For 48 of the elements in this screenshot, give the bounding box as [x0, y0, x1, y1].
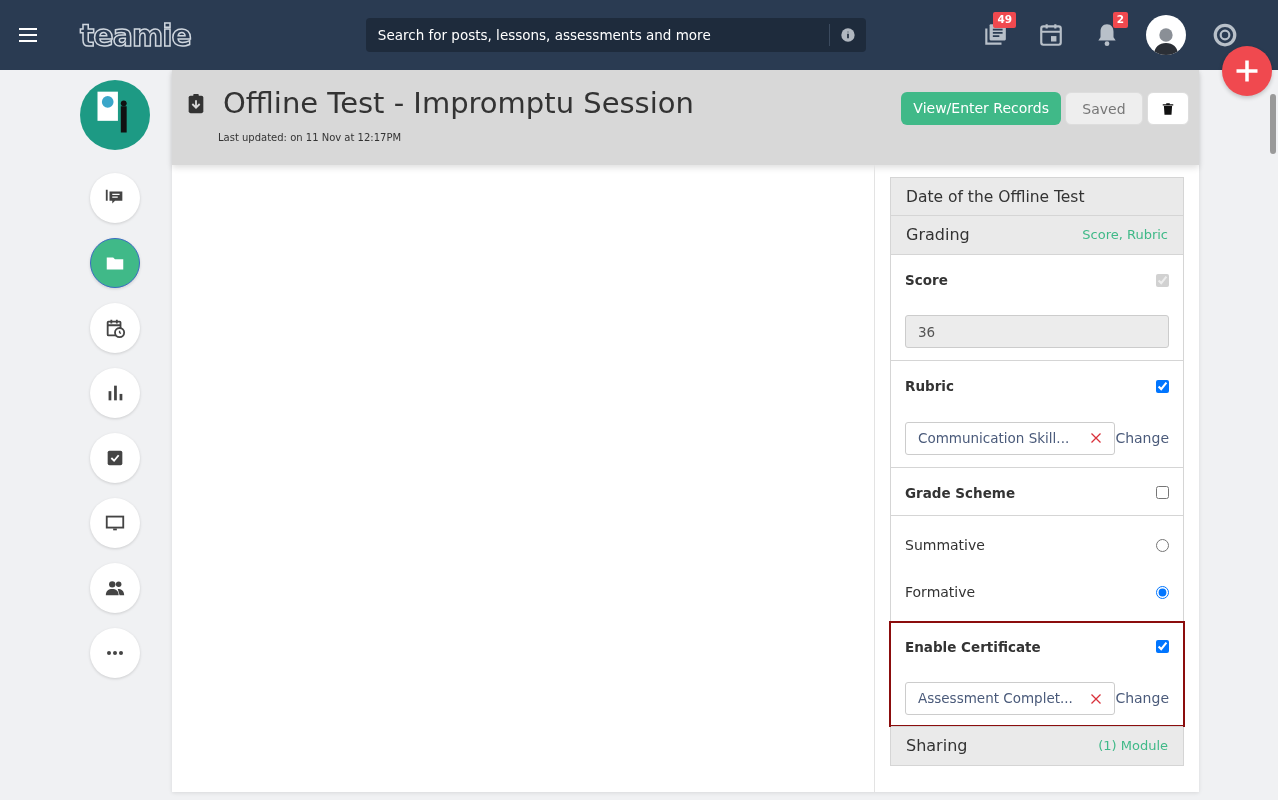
change-link[interactable]: Change: [1115, 688, 1169, 709]
radio-label: Summative: [905, 535, 985, 555]
page-title: Offline Test - Impromptu Session: [223, 88, 694, 120]
search-field[interactable]: Search for posts, lessons, assessments and more: [375, 23, 829, 47]
option-label: Rubric: [905, 377, 954, 397]
section-summary: (1) Module: [1098, 737, 1168, 756]
section-title: Sharing: [906, 735, 968, 757]
sidebar-button[interactable]: [90, 368, 140, 418]
option-label: Grade Scheme: [905, 483, 1016, 503]
chip-text: Assessment Complet...: [918, 689, 1073, 709]
avatar[interactable]: [1146, 15, 1186, 55]
sidebar-button[interactable]: [90, 498, 140, 548]
search-bar[interactable]: Search for posts, lessons, assessments and more: [365, 18, 866, 52]
sidebar-button[interactable]: [90, 563, 140, 613]
add-button[interactable]: [1222, 46, 1272, 96]
delete-button[interactable]: [1147, 92, 1189, 125]
section-heading: Date of the Offline Test: [891, 177, 1183, 215]
chip-text: Communication Skill...: [918, 428, 1070, 448]
option-label: Score: [905, 271, 948, 290]
close-icon[interactable]: [1090, 692, 1103, 705]
sidebar-button[interactable]: [90, 433, 140, 483]
lifebuoy-icon[interactable]: [1212, 22, 1238, 48]
checkbox[interactable]: [1156, 486, 1169, 500]
logo[interactable]: teamie: [80, 12, 191, 58]
saved-button[interactable]: Saved: [1065, 92, 1143, 125]
checkbox[interactable]: [1156, 640, 1169, 654]
checkbox[interactable]: [1156, 379, 1169, 393]
calendar-icon[interactable]: [1038, 22, 1064, 48]
sidebar-button[interactable]: [90, 303, 140, 353]
change-link[interactable]: Change: [1115, 427, 1169, 449]
section-header[interactable]: Grading Score, Rubric: [891, 215, 1183, 254]
section-summary: Score, Rubric: [1082, 226, 1168, 245]
last-updated-text: Last updated: on 11 Nov at 12:17PM: [218, 130, 403, 145]
close-icon[interactable]: [1090, 432, 1103, 444]
radio-button[interactable]: [1156, 585, 1169, 599]
count-badge: 49: [993, 12, 1016, 28]
trash-icon: [1161, 100, 1175, 117]
scrollbar: [1270, 94, 1276, 154]
section-title: Grading: [906, 224, 970, 246]
option-label: Enable Certificate: [905, 637, 1041, 657]
sidebar-button[interactable]: [90, 173, 140, 223]
more-icon: [106, 651, 124, 655]
calendar-clock-icon: [104, 317, 126, 339]
section-header[interactable]: Sharing (1) Module: [891, 726, 1183, 765]
count-badge: 2: [1112, 12, 1128, 28]
radio-label: Formative: [905, 582, 976, 602]
radio-button[interactable]: [1156, 538, 1169, 552]
info-icon[interactable]: [839, 27, 856, 43]
